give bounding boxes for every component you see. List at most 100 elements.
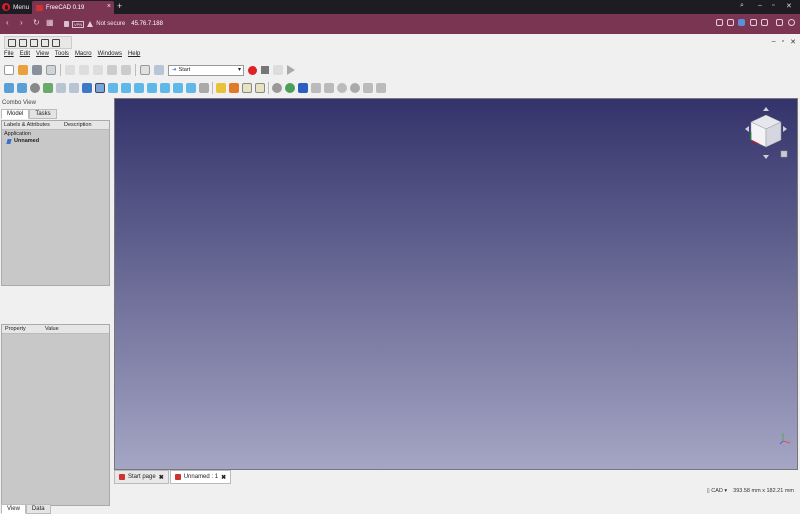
profile-icon[interactable] <box>788 19 795 26</box>
fit-all-icon[interactable] <box>4 83 14 93</box>
vpn-badge[interactable]: VPN <box>72 20 85 28</box>
share-icon[interactable] <box>750 19 757 26</box>
app-window-controls: – ▫ ✕ <box>772 38 796 46</box>
menu-windows[interactable]: Windows <box>98 51 122 61</box>
tree-doc-unnamed[interactable]: Unnamed <box>2 138 109 144</box>
tab-tasks[interactable]: Tasks <box>29 109 57 119</box>
arrow-right-icon[interactable] <box>298 83 308 93</box>
web-forward-icon[interactable] <box>324 83 334 93</box>
extensions-icon[interactable] <box>776 19 783 26</box>
web-icon[interactable] <box>285 83 295 93</box>
measure-icon[interactable] <box>199 83 209 93</box>
menu-file[interactable]: File <box>4 51 14 61</box>
reload-icon[interactable]: ↻ <box>33 18 40 27</box>
fit-selection-icon[interactable] <box>17 83 27 93</box>
save-icon[interactable] <box>32 65 42 75</box>
bottom-view-icon[interactable] <box>173 83 183 93</box>
property-header: Property Value <box>2 325 109 334</box>
forward-icon[interactable]: › <box>20 18 23 27</box>
keyboard-icon[interactable] <box>41 38 49 47</box>
new-file-icon[interactable] <box>4 65 14 75</box>
menu-view[interactable]: View <box>36 51 49 61</box>
menu-help[interactable]: Help <box>128 51 140 61</box>
edit-macro-icon[interactable] <box>273 65 283 75</box>
link-icon[interactable] <box>242 83 252 93</box>
navigation-style-indicator[interactable]: ▯ CAD ▾ <box>707 488 727 494</box>
record-macro-icon[interactable] <box>248 65 257 75</box>
run-macro-icon[interactable] <box>287 65 295 75</box>
hamburger-icon[interactable] <box>8 38 16 47</box>
browser-tab-freecad[interactable]: FreeCAD 0.19 × <box>32 1 114 14</box>
open-file-icon[interactable] <box>18 65 28 75</box>
url-text[interactable]: 45.76.7.188 <box>131 21 163 27</box>
cut-icon[interactable] <box>65 65 75 75</box>
menu-edit[interactable]: Edit <box>20 51 30 61</box>
whats-this-icon[interactable] <box>154 65 164 75</box>
group-icon[interactable] <box>229 83 239 93</box>
doc-tab-start-page[interactable]: Start page ✖ <box>114 470 169 484</box>
minimize-icon[interactable]: – <box>758 2 762 9</box>
close-doc-tab-icon[interactable]: ✖ <box>159 474 164 481</box>
draw-style-icon[interactable] <box>30 83 40 93</box>
new-tab-button[interactable]: + <box>117 1 122 11</box>
sync-view-icon[interactable] <box>82 83 92 93</box>
right-view-icon[interactable] <box>147 83 157 93</box>
close-doc-tab-icon[interactable]: ✖ <box>221 474 226 481</box>
doc-tab-unnamed[interactable]: Unnamed : 1 ✖ <box>169 470 232 484</box>
property-header-value[interactable]: Value <box>42 325 82 333</box>
tree-header-description[interactable]: Description <box>62 121 94 129</box>
stereo-icon[interactable] <box>43 83 53 93</box>
paste-icon[interactable] <box>93 65 103 75</box>
menu-macro[interactable]: Macro <box>75 51 92 61</box>
speed-dial-icon[interactable]: ▦ <box>46 18 54 27</box>
forward-view-icon[interactable] <box>69 83 79 93</box>
close-window-icon[interactable]: ✕ <box>786 2 792 10</box>
copy-icon[interactable] <box>79 65 89 75</box>
refresh-icon[interactable] <box>140 65 150 75</box>
web-back-icon[interactable] <box>311 83 321 93</box>
app-minimize-icon[interactable]: – <box>772 38 776 46</box>
undo-icon[interactable] <box>107 65 117 75</box>
part-icon[interactable] <box>216 83 226 93</box>
rear-view-icon[interactable] <box>160 83 170 93</box>
heart-icon[interactable] <box>761 19 768 26</box>
workbench-selector[interactable]: ➜ Start <box>168 64 244 76</box>
back-icon[interactable]: ‹ <box>6 18 9 27</box>
front-view-icon[interactable] <box>121 83 131 93</box>
redo-icon[interactable] <box>121 65 131 75</box>
close-tab-icon[interactable]: × <box>107 3 111 10</box>
back-view-icon[interactable] <box>56 83 66 93</box>
property-header-property[interactable]: Property <box>2 325 42 333</box>
zoom-icon[interactable] <box>95 83 105 93</box>
app-close-icon[interactable]: ✕ <box>790 38 796 46</box>
web-refresh-icon[interactable] <box>337 83 347 93</box>
fullscreen-icon[interactable] <box>30 38 38 47</box>
clipboard-icon[interactable] <box>19 38 27 47</box>
maximize-icon[interactable]: ▫ <box>772 2 774 9</box>
3d-view[interactable] <box>114 98 798 470</box>
disconnect-icon[interactable] <box>52 38 60 47</box>
navigation-cube-icon[interactable] <box>743 105 789 163</box>
tree-header-labels[interactable]: Labels & Attributes <box>2 121 62 129</box>
adblock-icon[interactable] <box>738 19 745 26</box>
menu-tools[interactable]: Tools <box>55 51 69 61</box>
tab-view[interactable]: View <box>1 504 26 514</box>
top-view-icon[interactable] <box>134 83 144 93</box>
tab-model[interactable]: Model <box>1 109 30 119</box>
zoom-out-icon[interactable] <box>376 83 386 93</box>
browser-menu-button[interactable]: Menu <box>2 2 29 12</box>
navigation-icon[interactable] <box>272 83 282 93</box>
print-icon[interactable] <box>46 65 56 75</box>
camera-icon[interactable] <box>727 19 734 26</box>
web-stop-icon[interactable] <box>350 83 360 93</box>
isometric-view-icon[interactable] <box>108 83 118 93</box>
stop-macro-icon[interactable] <box>261 66 269 74</box>
app-restore-icon[interactable]: ▫ <box>782 38 784 46</box>
snapshot-icon[interactable] <box>716 19 723 26</box>
url-field[interactable]: VPN Not secure 45.76.7.188 <box>64 18 163 30</box>
zoom-in-icon[interactable] <box>363 83 373 93</box>
link-actions-icon[interactable] <box>255 83 265 93</box>
tab-data[interactable]: Data <box>25 504 51 514</box>
left-view-icon[interactable] <box>186 83 196 93</box>
browser-search-icon[interactable]: ⌕ <box>740 2 744 10</box>
